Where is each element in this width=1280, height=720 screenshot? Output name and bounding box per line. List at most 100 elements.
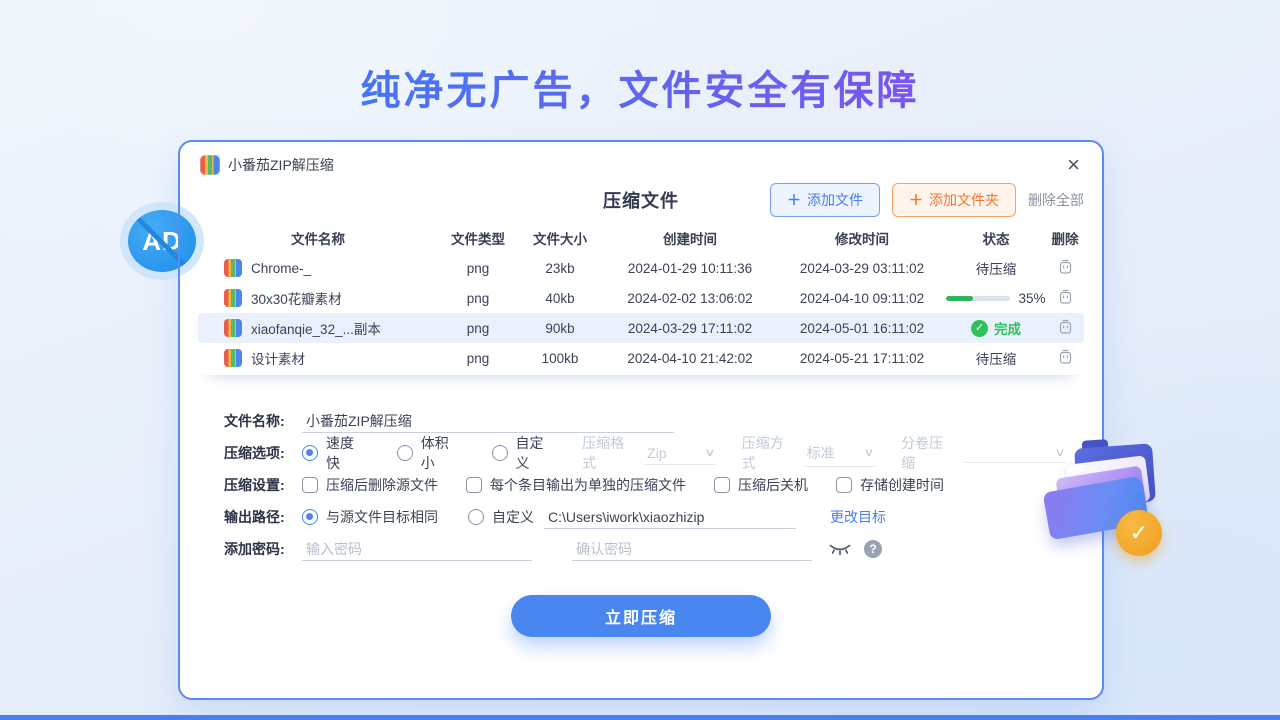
card-border-overlay: [178, 202, 180, 280]
output-path-row: 输出路径: 与源文件目标相同 自定义 更改目标: [224, 501, 1066, 533]
file-type: png: [438, 291, 518, 306]
radio-custom-option[interactable]: [492, 445, 508, 461]
add-folder-label: 添加文件夹: [929, 190, 999, 210]
title-bar: 小番茄ZIP解压缩 ×: [180, 142, 1102, 175]
table-row[interactable]: 30x30花瓣素材 png 40kb 2024-02-02 13:06:02 2…: [198, 283, 1084, 313]
modified-time: 2024-04-10 09:11:02: [778, 291, 946, 306]
column-header-status: 状态: [946, 228, 1046, 248]
help-icon[interactable]: ?: [864, 540, 882, 558]
compress-settings-row: 压缩设置: 压缩后删除源文件 每个条目输出为单独的压缩文件 压缩后关机 存储创建…: [224, 469, 1066, 501]
file-name-input[interactable]: [302, 410, 674, 433]
eye-closed-icon[interactable]: [828, 543, 852, 556]
radio-same-as-source-label: 与源文件目标相同: [326, 507, 438, 527]
column-header-name: 文件名称: [198, 228, 438, 248]
output-path-label: 输出路径:: [224, 507, 302, 527]
radio-small-size-label: 体积小: [421, 433, 462, 473]
file-name: 设计素材: [251, 348, 305, 368]
table-row[interactable]: 设计素材 png 100kb 2024-04-10 21:42:02 2024-…: [198, 343, 1084, 373]
trash-icon[interactable]: [1058, 349, 1073, 368]
progress-bar: [946, 296, 1010, 301]
radio-speed-fast[interactable]: [302, 445, 318, 461]
format-select-value: Zip: [647, 445, 666, 461]
column-header-type: 文件类型: [438, 228, 518, 248]
file-size: 100kb: [518, 351, 602, 366]
checkbox-shutdown-after[interactable]: [714, 477, 730, 493]
created-time: 2024-04-10 21:42:02: [602, 351, 778, 366]
checkbox-store-created-time[interactable]: [836, 477, 852, 493]
modified-time: 2024-03-29 03:11:02: [778, 261, 946, 276]
file-name-label: 文件名称:: [224, 411, 302, 431]
table-row-selected[interactable]: xiaofanqie_32_...副本 png 90kb 2024-03-29 …: [198, 313, 1084, 343]
prohibition-slash-icon: [129, 210, 195, 272]
add-folder-button[interactable]: ＋ 添加文件夹: [892, 183, 1016, 217]
checkbox-separate-archives[interactable]: [466, 477, 482, 493]
file-size: 23kb: [518, 261, 602, 276]
modified-time: 2024-05-21 17:11:02: [778, 351, 946, 366]
radio-same-as-source[interactable]: [302, 509, 318, 525]
compress-form: 文件名称: 压缩选项: 速度快 体积小 自定义 压缩格式 Zip ∨: [224, 405, 1066, 565]
checkbox-store-created-time-label: 存储创建时间: [860, 475, 944, 495]
file-type: png: [438, 261, 518, 276]
trash-icon[interactable]: [1058, 259, 1073, 278]
radio-custom-path[interactable]: [468, 509, 484, 525]
header-actions: ＋ 添加文件 ＋ 添加文件夹 删除全部: [770, 183, 1084, 217]
file-size: 40kb: [518, 291, 602, 306]
chevron-down-icon: ∨: [704, 446, 715, 459]
output-path-input[interactable]: [544, 506, 796, 529]
chevron-down-icon: ∨: [863, 446, 874, 459]
no-ads-circle-icon: AD: [128, 210, 196, 272]
checkbox-separate-archives-label: 每个条目输出为单独的压缩文件: [490, 475, 686, 495]
column-header-size: 文件大小: [518, 228, 602, 248]
status-text: 待压缩: [946, 258, 1046, 278]
table-header: 文件名称 文件类型 文件大小 创建时间 修改时间 状态 删除: [198, 223, 1084, 253]
plus-icon: ＋: [787, 190, 801, 210]
zip-file-icon: [224, 349, 242, 367]
progress-fill: [946, 296, 973, 301]
no-ads-badge: AD: [120, 202, 204, 280]
close-icon[interactable]: ×: [1067, 154, 1080, 176]
app-window: 小番茄ZIP解压缩 × 压缩文件 ＋ 添加文件 ＋ 添加文件夹 删除全部 文件名…: [178, 140, 1104, 700]
password-label: 添加密码:: [224, 539, 302, 559]
add-file-label: 添加文件: [807, 190, 863, 210]
add-file-button[interactable]: ＋ 添加文件: [770, 183, 880, 217]
password-row: 添加密码: ?: [224, 533, 1066, 565]
status-text: 待压缩: [946, 348, 1046, 368]
file-type: png: [438, 321, 518, 336]
confirm-password-input[interactable]: [572, 538, 812, 561]
zip-file-icon: [224, 259, 242, 277]
method-select: 标准 ∨: [805, 440, 876, 467]
trash-icon[interactable]: [1058, 319, 1073, 338]
format-select: Zip ∨: [645, 442, 716, 465]
file-table: 文件名称 文件类型 文件大小 创建时间 修改时间 状态 删除 Chrome-_ …: [198, 223, 1084, 375]
folder-illustration: ✓: [1044, 438, 1164, 556]
change-target-link[interactable]: 更改目标: [830, 507, 886, 527]
compress-settings-label: 压缩设置:: [224, 475, 302, 495]
checkbox-delete-source[interactable]: [302, 477, 318, 493]
column-header-modified: 修改时间: [778, 228, 946, 248]
created-time: 2024-01-29 10:11:36: [602, 261, 778, 276]
app-logo-icon: [200, 155, 220, 175]
file-type: png: [438, 351, 518, 366]
password-input[interactable]: [302, 538, 532, 561]
zip-file-icon: [224, 319, 242, 337]
radio-small-size[interactable]: [397, 445, 413, 461]
status-done-text: 完成: [994, 318, 1021, 338]
compress-now-button[interactable]: 立即压缩: [511, 595, 771, 637]
check-badge-icon: ✓: [1116, 510, 1162, 556]
plus-icon: ＋: [909, 190, 923, 210]
radio-speed-fast-label: 速度快: [326, 433, 367, 473]
checkbox-shutdown-after-label: 压缩后关机: [738, 475, 808, 495]
created-time: 2024-03-29 17:11:02: [602, 321, 778, 336]
column-header-created: 创建时间: [602, 228, 778, 248]
table-row[interactable]: Chrome-_ png 23kb 2024-01-29 10:11:36 20…: [198, 253, 1084, 283]
zip-file-icon: [224, 289, 242, 307]
split-select-label: 分卷压缩: [901, 433, 956, 473]
checkbox-delete-source-label: 压缩后删除源文件: [326, 475, 438, 495]
check-circle-icon: ✓: [971, 320, 988, 337]
column-header-delete: 删除: [1046, 228, 1084, 248]
delete-all-button[interactable]: 删除全部: [1028, 190, 1084, 210]
trash-icon[interactable]: [1058, 289, 1073, 308]
window-title: 小番茄ZIP解压缩: [228, 155, 334, 175]
compress-options-row: 压缩选项: 速度快 体积小 自定义 压缩格式 Zip ∨ 压缩方: [224, 437, 1066, 469]
compress-options-label: 压缩选项:: [224, 443, 302, 463]
